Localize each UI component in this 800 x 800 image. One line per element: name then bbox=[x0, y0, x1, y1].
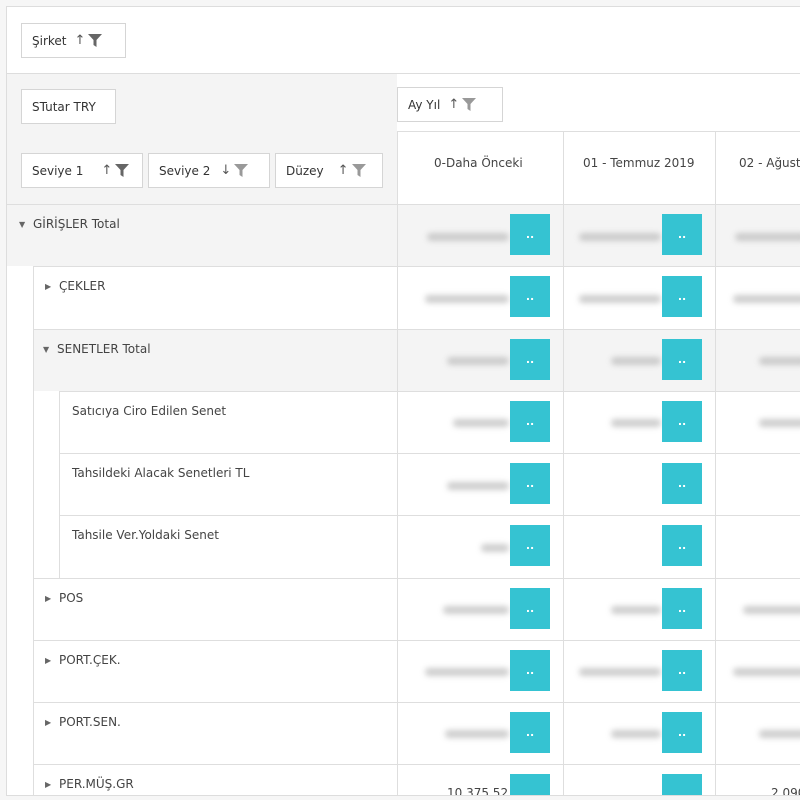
filter-area: Şirket ↑ bbox=[7, 7, 800, 74]
sort-asc-icon[interactable]: ↑ bbox=[338, 164, 349, 177]
caret-down-icon[interactable]: ▼ bbox=[19, 220, 27, 229]
cell-value: 10.375.52 bbox=[447, 786, 509, 796]
sort-asc-icon[interactable]: ↑ bbox=[448, 98, 459, 111]
cell-detail-button[interactable]: .. bbox=[510, 463, 550, 504]
cell-detail-button[interactable]: .. bbox=[510, 525, 550, 566]
row-field-chip-duzey[interactable]: Düzey ↑ bbox=[275, 153, 383, 188]
chip-label: Ay Yıl bbox=[408, 97, 441, 112]
cell-detail-button[interactable]: .. bbox=[662, 401, 702, 442]
row-label: PORT.ÇEK. bbox=[59, 653, 121, 667]
row-header-senetler-total[interactable]: ▼ SENETLER Total bbox=[43, 342, 151, 356]
company-filter-chip[interactable]: Şirket ↑ bbox=[21, 23, 126, 58]
sort-asc-icon[interactable]: ↑ bbox=[75, 34, 86, 47]
caret-right-icon[interactable]: ▶ bbox=[45, 780, 53, 789]
caret-right-icon[interactable]: ▶ bbox=[45, 718, 53, 727]
row-label: SENETLER Total bbox=[57, 342, 151, 356]
row-header-tahsildeki: Tahsildeki Alacak Senetleri TL bbox=[72, 466, 249, 480]
row-label: PER.MÜŞ.GR bbox=[59, 777, 134, 791]
pivot-grid: Şirket ↑ STutar TRY Ay Yıl ↑ Seviye 1 ↑ … bbox=[6, 6, 800, 796]
row-header-tahsile-ver: Tahsile Ver.Yoldaki Senet bbox=[72, 528, 219, 542]
cell-detail-button[interactable]: .. bbox=[510, 650, 550, 691]
row-label: Tahsildeki Alacak Senetleri TL bbox=[72, 466, 250, 480]
sort-desc-icon[interactable]: ↓ bbox=[220, 164, 231, 177]
cell-detail-button[interactable]: .. bbox=[510, 712, 550, 753]
chip-label: Şirket bbox=[32, 33, 67, 48]
column-header[interactable]: 01 - Temmuz 2019 bbox=[583, 156, 695, 170]
funnel-icon[interactable] bbox=[462, 98, 477, 111]
chip-label: Seviye 2 bbox=[159, 163, 211, 178]
row-header-pos[interactable]: ▶ POS bbox=[45, 591, 83, 605]
caret-right-icon[interactable]: ▶ bbox=[45, 594, 53, 603]
row-header-per-mus-gr[interactable]: ▶ PER.MÜŞ.GR bbox=[45, 777, 134, 791]
cell-value: 2.090 bbox=[771, 786, 800, 796]
cell-detail-button[interactable]: .. bbox=[662, 339, 702, 380]
chip-label: Düzey bbox=[286, 163, 324, 178]
row-header-saticiya-ciro: Satıcıya Ciro Edilen Senet bbox=[72, 404, 226, 418]
cell-detail-button[interactable]: .. bbox=[510, 214, 550, 255]
cell-detail-button[interactable]: .. bbox=[510, 339, 550, 380]
row-header-port-sen[interactable]: ▶ PORT.SEN. bbox=[45, 715, 121, 729]
caret-right-icon[interactable]: ▶ bbox=[45, 282, 53, 291]
row-label: ÇEKLER bbox=[59, 279, 106, 293]
cell-detail-button[interactable]: .. bbox=[662, 588, 702, 629]
chip-label: Seviye 1 bbox=[32, 163, 84, 178]
row-header-girisler-total[interactable]: ▼ GİRİŞLER Total bbox=[19, 217, 120, 231]
cell-detail-button[interactable]: .. bbox=[662, 712, 702, 753]
row-label: POS bbox=[59, 591, 84, 605]
row-label: PORT.SEN. bbox=[59, 715, 121, 729]
cell-detail-button[interactable]: .. bbox=[662, 525, 702, 566]
column-header[interactable]: 0-Daha Önceki bbox=[434, 156, 523, 170]
column-field-chip[interactable]: Ay Yıl ↑ bbox=[397, 87, 503, 122]
funnel-icon[interactable] bbox=[351, 164, 366, 177]
caret-right-icon[interactable]: ▶ bbox=[45, 656, 53, 665]
cell-detail-button[interactable]: .. bbox=[662, 774, 702, 795]
funnel-icon[interactable] bbox=[88, 34, 103, 47]
funnel-icon[interactable] bbox=[115, 164, 130, 177]
cell-detail-button[interactable]: .. bbox=[662, 214, 702, 255]
sort-asc-icon[interactable]: ↑ bbox=[101, 164, 112, 177]
row-label: Satıcıya Ciro Edilen Senet bbox=[72, 404, 227, 418]
chip-label: STutar TRY bbox=[32, 99, 96, 114]
funnel-icon[interactable] bbox=[234, 164, 249, 177]
row-label: Tahsile Ver.Yoldaki Senet bbox=[72, 528, 219, 542]
cell-detail-button[interactable]: .. bbox=[510, 774, 550, 795]
column-header[interactable]: 02 - Ağust bbox=[739, 156, 800, 170]
cell-detail-button[interactable]: .. bbox=[662, 463, 702, 504]
row-field-chip-seviye2[interactable]: Seviye 2 ↓ bbox=[148, 153, 270, 188]
row-field-chip-seviye1[interactable]: Seviye 1 ↑ bbox=[21, 153, 143, 188]
row-header-port-cek[interactable]: ▶ PORT.ÇEK. bbox=[45, 653, 121, 667]
cell-detail-button[interactable]: .. bbox=[510, 276, 550, 317]
cell-detail-button[interactable]: .. bbox=[510, 588, 550, 629]
cell-detail-button[interactable]: .. bbox=[510, 401, 550, 442]
cell-detail-button[interactable]: .. bbox=[662, 276, 702, 317]
row-header-cekler[interactable]: ▶ ÇEKLER bbox=[45, 279, 105, 293]
row-label: GİRİŞLER Total bbox=[33, 217, 120, 231]
data-field-chip[interactable]: STutar TRY bbox=[21, 89, 116, 124]
caret-down-icon[interactable]: ▼ bbox=[43, 345, 51, 354]
cell-detail-button[interactable]: .. bbox=[662, 650, 702, 691]
